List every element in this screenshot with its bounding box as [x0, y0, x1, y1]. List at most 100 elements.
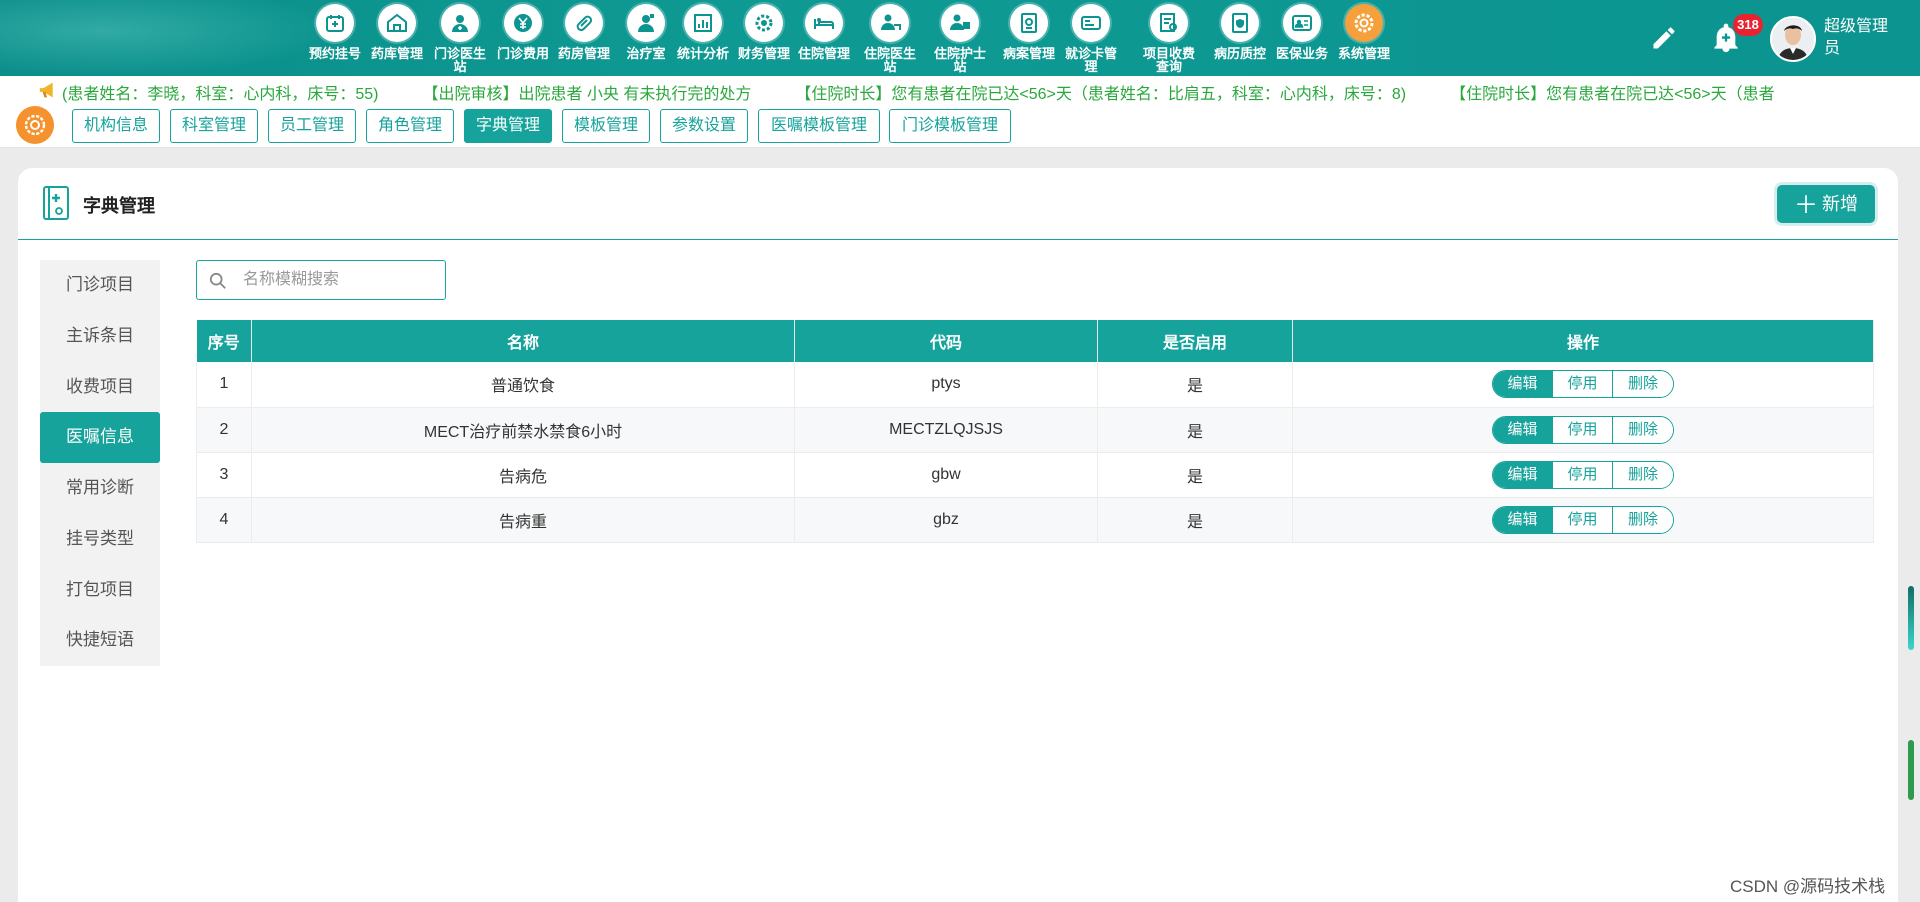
disable-button[interactable]: 停用	[1553, 506, 1613, 533]
table-row: 4 告病重 gbz 是 编辑 停用 删除	[196, 497, 1874, 543]
nav-item-1[interactable]: 预约挂号	[300, 2, 370, 76]
record-icon	[1010, 4, 1048, 42]
subtab-2[interactable]: 科室管理	[170, 109, 258, 143]
user-avatar[interactable]	[1770, 16, 1816, 62]
scrollbar-thumb[interactable]	[1908, 586, 1914, 650]
nav-item-label: 住院医生站	[863, 46, 916, 74]
nav-item-label: 药房管理	[557, 46, 610, 61]
nav-item-12[interactable]: 病案管理	[994, 2, 1064, 76]
side-menu-item[interactable]: 主诉条目	[40, 311, 160, 362]
cell-code: gbw	[794, 452, 1098, 498]
nav-item-15[interactable]: 病历质控	[1205, 2, 1275, 76]
dictionary-side-menu: 门诊项目 主诉条目 收费项目 医嘱信息 常用诊断 挂号类型 打包项目 快捷短语	[40, 260, 160, 666]
subtab-5[interactable]: 字典管理	[464, 109, 552, 143]
watermark: CSDN @源码技术栈	[1730, 877, 1886, 896]
edit-button[interactable]: 编辑	[1493, 371, 1553, 398]
disable-button[interactable]: 停用	[1553, 416, 1613, 443]
subtab-7[interactable]: 参数设置	[660, 109, 748, 143]
nav-item-5[interactable]: 药房管理	[549, 2, 619, 76]
col-header-name: 名称	[251, 320, 795, 362]
cell-enabled: 是	[1097, 452, 1293, 498]
edit-button[interactable]: 编辑	[1493, 416, 1553, 443]
dictionary-table: 序号 名称 代码 是否启用 操作 1 普通饮食 ptys 是编辑 停用 删除 2 MECT治疗…	[196, 320, 1874, 543]
subtab-1[interactable]: 机构信息	[72, 109, 160, 143]
nav-item-10[interactable]: 住院医生站	[855, 2, 925, 76]
nav-item-13[interactable]: 就诊卡管理	[1056, 2, 1126, 76]
cell-no: 1	[196, 362, 252, 408]
pill-icon	[565, 4, 603, 42]
user-name[interactable]: 超级管理员	[1824, 16, 1894, 60]
delete-button[interactable]: 删除	[1613, 416, 1673, 443]
cell-code: MECTZLQJSJS	[794, 407, 1098, 453]
nurse-icon	[627, 4, 665, 42]
delete-button[interactable]: 删除	[1613, 371, 1673, 398]
nav-item-16[interactable]: 医保业务	[1267, 2, 1337, 76]
table-body: 1 普通饮食 ptys 是编辑 停用 删除 2 MECT治疗前禁水禁食6小时 MECTZLQJS…	[196, 362, 1874, 543]
cell-name: MECT治疗前禁水禁食6小时	[251, 407, 795, 453]
nav-item-label: 药库管理	[370, 46, 423, 61]
delete-button[interactable]: 删除	[1613, 461, 1673, 488]
side-menu-item[interactable]: 挂号类型	[40, 514, 160, 565]
nav-item-label: 就诊卡管理	[1064, 46, 1117, 74]
subtab-3[interactable]: 员工管理	[268, 109, 356, 143]
cell-name: 告病重	[251, 497, 795, 543]
delete-button[interactable]: 删除	[1613, 506, 1673, 533]
finance-gear-icon	[745, 4, 783, 42]
add-button[interactable]: ＋新增	[1777, 185, 1875, 223]
nav-item-11[interactable]: 住院护士站	[925, 2, 995, 76]
table-row: 3 告病危 gbw 是 编辑 停用 删除	[196, 452, 1874, 498]
scrollbar-thumb-lower[interactable]	[1908, 740, 1914, 800]
subtab-8[interactable]: 医嘱模板管理	[758, 109, 880, 143]
search-input[interactable]	[243, 267, 433, 293]
marquee-message[interactable]: (患者姓名：李晓，科室：心内科，床号：55)	[62, 86, 378, 103]
cell-code: ptys	[794, 362, 1098, 408]
yen-icon	[504, 4, 542, 42]
notice-marquee: (患者姓名：李晓，科室：心内科，床号：55) 【出院审核】出院患者 小央 有未执行…	[0, 76, 1920, 104]
nav-item-14[interactable]: 项目收费查询	[1134, 2, 1204, 76]
side-menu-item[interactable]: 门诊项目	[40, 260, 160, 311]
page-title: 字典管理	[83, 196, 155, 216]
disable-button[interactable]: 停用	[1553, 371, 1613, 398]
marquee-message[interactable]: 【住院时长】您有患者在院已达<56>天（患者姓名：比肩五，科室：心内科，床号：8…	[795, 86, 1406, 103]
search-box[interactable]	[196, 260, 446, 300]
subtab-4[interactable]: 角色管理	[366, 109, 454, 143]
edit-button[interactable]: 编辑	[1493, 506, 1553, 533]
nav-item-label: 门诊费用	[496, 46, 549, 61]
nav-item-label: 病历质控	[1213, 46, 1266, 61]
bed-icon	[805, 4, 843, 42]
marquee-message[interactable]: 【住院时长】您有患者在院已达<56>天（患者	[1450, 86, 1775, 103]
nav-item-4[interactable]: 门诊费用	[488, 2, 558, 76]
side-menu-item[interactable]: 打包项目	[40, 565, 160, 616]
doctor-icon	[441, 4, 479, 42]
insurance-icon	[1283, 4, 1321, 42]
marquee-message[interactable]: 【出院审核】出院患者 小央 有未执行完的处方	[422, 86, 751, 103]
card-icon	[1072, 4, 1110, 42]
table-row: 1 普通饮食 ptys 是 编辑 停用 删除	[196, 362, 1874, 408]
side-menu-item[interactable]: 常用诊断	[40, 463, 160, 514]
side-menu-item[interactable]: 收费项目	[40, 362, 160, 413]
edit-pencil-icon[interactable]	[1650, 24, 1678, 52]
nav-item-7[interactable]: 统计分析	[668, 2, 738, 76]
nav-item-label: 系统管理	[1337, 46, 1390, 61]
side-menu-item[interactable]: 快捷短语	[40, 615, 160, 666]
marquee-messages: (患者姓名：李晓，科室：心内科，床号：55) 【出院审核】出院患者 小央 有未执行…	[62, 80, 1819, 104]
subtab-6[interactable]: 模板管理	[562, 109, 650, 143]
nav-item-2[interactable]: 药库管理	[362, 2, 432, 76]
nav-item-17[interactable]: 系统管理	[1329, 2, 1399, 76]
cell-name: 告病危	[251, 452, 795, 498]
disable-button[interactable]: 停用	[1553, 461, 1613, 488]
nav-item-label: 统计分析	[676, 46, 729, 61]
nav-item-3[interactable]: 门诊医生站	[425, 2, 495, 76]
settings-gear-icon	[1345, 4, 1383, 42]
bar-chart-icon	[684, 4, 722, 42]
row-actions: 编辑 停用 删除	[1492, 505, 1674, 534]
system-settings-icon	[16, 106, 54, 144]
megaphone-icon	[39, 82, 53, 98]
search-icon	[209, 272, 226, 289]
side-menu-item[interactable]: 医嘱信息	[40, 412, 160, 463]
cell-no: 3	[196, 452, 252, 498]
nav-item-9[interactable]: 住院管理	[789, 2, 859, 76]
subtab-9[interactable]: 门诊模板管理	[889, 109, 1011, 143]
cell-actions: 编辑 停用 删除	[1292, 407, 1874, 453]
edit-button[interactable]: 编辑	[1493, 461, 1553, 488]
